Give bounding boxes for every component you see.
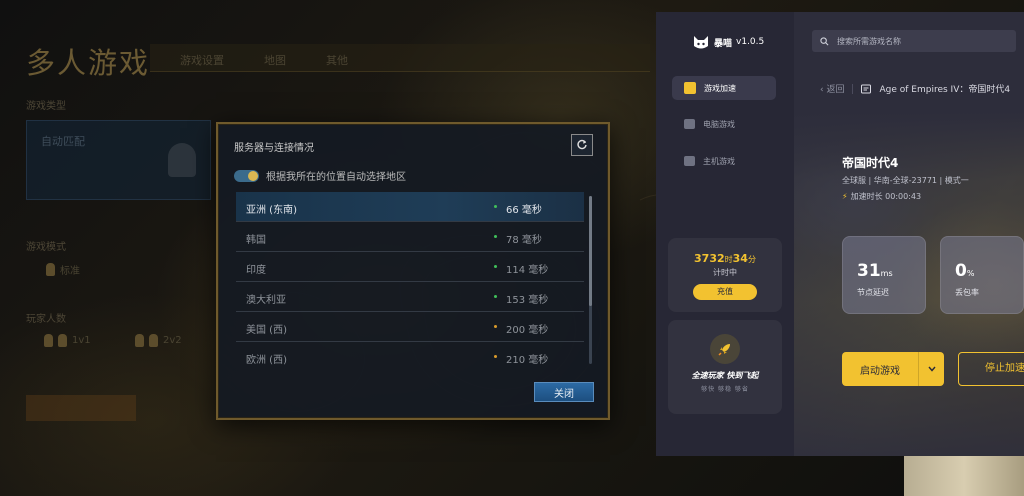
- rocket-icon: [710, 334, 740, 364]
- tab-map[interactable]: 地图: [264, 52, 286, 67]
- server-list: 亚洲 (东南) 66 毫秒 韩国 78 毫秒 印度 114 毫秒 澳大利亚 15…: [236, 192, 584, 372]
- server-ping: 114 毫秒: [506, 265, 549, 276]
- status-dot-icon: [494, 265, 497, 268]
- main-panel: ‹ 返回 Age of Empires IV：帝国时代4 帝国时代4 全球服 |…: [794, 12, 1024, 456]
- promo-subtitle: 够快 够稳 够省: [701, 386, 749, 393]
- game-server-info: 全球服 | 华南-全球-23771 | 模式一: [842, 176, 969, 185]
- server-name: 亚洲 (东南): [246, 205, 297, 216]
- divider: [852, 83, 854, 94]
- server-list-scrollbar[interactable]: [589, 196, 592, 364]
- server-name: 欧洲 (西): [246, 355, 287, 366]
- server-row[interactable]: 韩国 78 毫秒: [236, 222, 584, 252]
- app-logo: 暴喵 v1.0.5: [692, 34, 764, 50]
- nav-label: 主机游戏: [703, 156, 735, 166]
- nav-label: 游戏加速: [704, 83, 736, 93]
- status-dot-icon: [494, 235, 497, 238]
- console-icon: [684, 156, 695, 166]
- game-type-label: 游戏类型: [26, 101, 66, 112]
- server-row[interactable]: 欧洲 (西) 210 毫秒: [236, 342, 584, 372]
- launch-label: 启动游戏: [860, 365, 900, 377]
- server-ping: 78 毫秒: [506, 235, 542, 246]
- breadcrumb: ‹ 返回 Age of Empires IV：帝国时代4: [820, 82, 1010, 95]
- server-ping: 210 毫秒: [506, 355, 549, 366]
- server-name: 澳大利亚: [246, 295, 286, 306]
- accelerator-window: 暴喵 v1.0.5 游戏加速 电脑游戏 主机游戏 3732时34分 计时中 充值: [656, 12, 1024, 456]
- accelerate-duration: ⚡ 加速时长 00:00:43: [842, 192, 922, 201]
- search-icon: [820, 36, 829, 45]
- nav-console-games[interactable]: 主机游戏: [672, 149, 776, 173]
- chevron-down-icon[interactable]: [918, 352, 944, 386]
- refresh-button[interactable]: [571, 134, 593, 156]
- promo-card[interactable]: 全速玩家 快到飞起 够快 够稳 够省: [668, 320, 782, 414]
- search-box: [812, 30, 1016, 52]
- auto-region-row: 根据我所在的位置自动选择地区: [234, 168, 406, 183]
- app-name: 暴喵: [714, 38, 733, 49]
- game-name: 帝国时代4: [842, 156, 899, 170]
- game-type-card[interactable]: 自动匹配: [26, 120, 211, 200]
- auto-region-toggle[interactable]: [234, 169, 259, 182]
- player-count-label: 玩家人数: [26, 314, 66, 325]
- nav-label: 电脑游戏: [703, 119, 735, 129]
- server-connection-dialog: 服务器与连接情况 根据我所在的位置自动选择地区 亚洲 (东南) 66 毫秒 韩国…: [216, 122, 610, 420]
- player-option-2v2[interactable]: 2v2: [135, 334, 182, 347]
- close-button[interactable]: 关闭: [534, 382, 594, 402]
- refresh-icon: [577, 139, 587, 150]
- launch-game-button[interactable]: 启动游戏: [842, 352, 944, 386]
- monitor-icon: [684, 119, 695, 129]
- timer-status: 计时中: [713, 268, 737, 277]
- server-row[interactable]: 亚洲 (东南) 66 毫秒: [236, 192, 584, 222]
- players-figure-icon: [168, 143, 196, 177]
- server-row[interactable]: 美国 (西) 200 毫秒: [236, 312, 584, 342]
- status-dot-icon: [494, 355, 497, 358]
- status-dot-icon: [494, 325, 497, 328]
- game-mode-label: 游戏模式: [26, 242, 66, 253]
- app-version: v1.0.5: [736, 37, 765, 47]
- remaining-time: 3732时34分: [694, 252, 756, 265]
- player-icon: [149, 334, 158, 347]
- tab-game-settings[interactable]: 游戏设置: [180, 52, 224, 67]
- breadcrumb-game: Age of Empires IV：帝国时代4: [879, 85, 1011, 95]
- nav-pc-games[interactable]: 电脑游戏: [672, 112, 776, 136]
- map-corner: [904, 456, 1024, 496]
- stop-accelerate-button[interactable]: 停止加速: [958, 352, 1024, 386]
- search-input[interactable]: [835, 35, 1005, 47]
- server-ping: 66 毫秒: [506, 205, 542, 216]
- server-ping: 153 毫秒: [506, 295, 549, 306]
- server-name: 印度: [246, 265, 266, 276]
- list-icon: [861, 84, 872, 93]
- server-name: 韩国: [246, 235, 266, 246]
- recharge-button[interactable]: 充值: [693, 284, 757, 300]
- start-match-button[interactable]: [26, 395, 136, 421]
- cat-logo-icon: [694, 36, 708, 49]
- back-link[interactable]: ‹ 返回: [820, 82, 844, 95]
- packet-loss-card: 0% 丢包率: [940, 236, 1024, 314]
- latency-card: 31ms 节点延迟: [842, 236, 926, 314]
- dialog-title: 服务器与连接情况: [234, 143, 314, 154]
- game-page-title: 多人游戏: [26, 46, 151, 80]
- server-row[interactable]: 印度 114 毫秒: [236, 252, 584, 282]
- server-row[interactable]: 澳大利亚 153 毫秒: [236, 282, 584, 312]
- status-dot-icon: [494, 205, 497, 208]
- player-icon: [44, 334, 53, 347]
- game-mode-option[interactable]: 标准: [46, 262, 80, 277]
- flag-icon: [46, 263, 55, 276]
- nav-game-accelerate[interactable]: 游戏加速: [672, 76, 776, 100]
- promo-title: 全速玩家 快到飞起: [691, 371, 759, 380]
- game-type-option: 自动匹配: [41, 135, 85, 148]
- auto-region-label: 根据我所在的位置自动选择地区: [266, 172, 406, 183]
- status-dot-icon: [494, 295, 497, 298]
- game-tabs: 游戏设置 地图 其他: [150, 44, 650, 72]
- player-option-1v1[interactable]: 1v1: [44, 334, 91, 347]
- timer-card: 3732时34分 计时中 充值: [668, 238, 782, 312]
- server-name: 美国 (西): [246, 325, 287, 336]
- server-ping: 200 毫秒: [506, 325, 549, 336]
- rocket-icon: [684, 82, 696, 94]
- player-icon: [58, 334, 67, 347]
- lightning-icon: ⚡: [842, 192, 848, 201]
- tab-other[interactable]: 其他: [326, 52, 348, 67]
- sidebar: 暴喵 v1.0.5 游戏加速 电脑游戏 主机游戏 3732时34分 计时中 充值: [656, 12, 794, 456]
- player-icon: [135, 334, 144, 347]
